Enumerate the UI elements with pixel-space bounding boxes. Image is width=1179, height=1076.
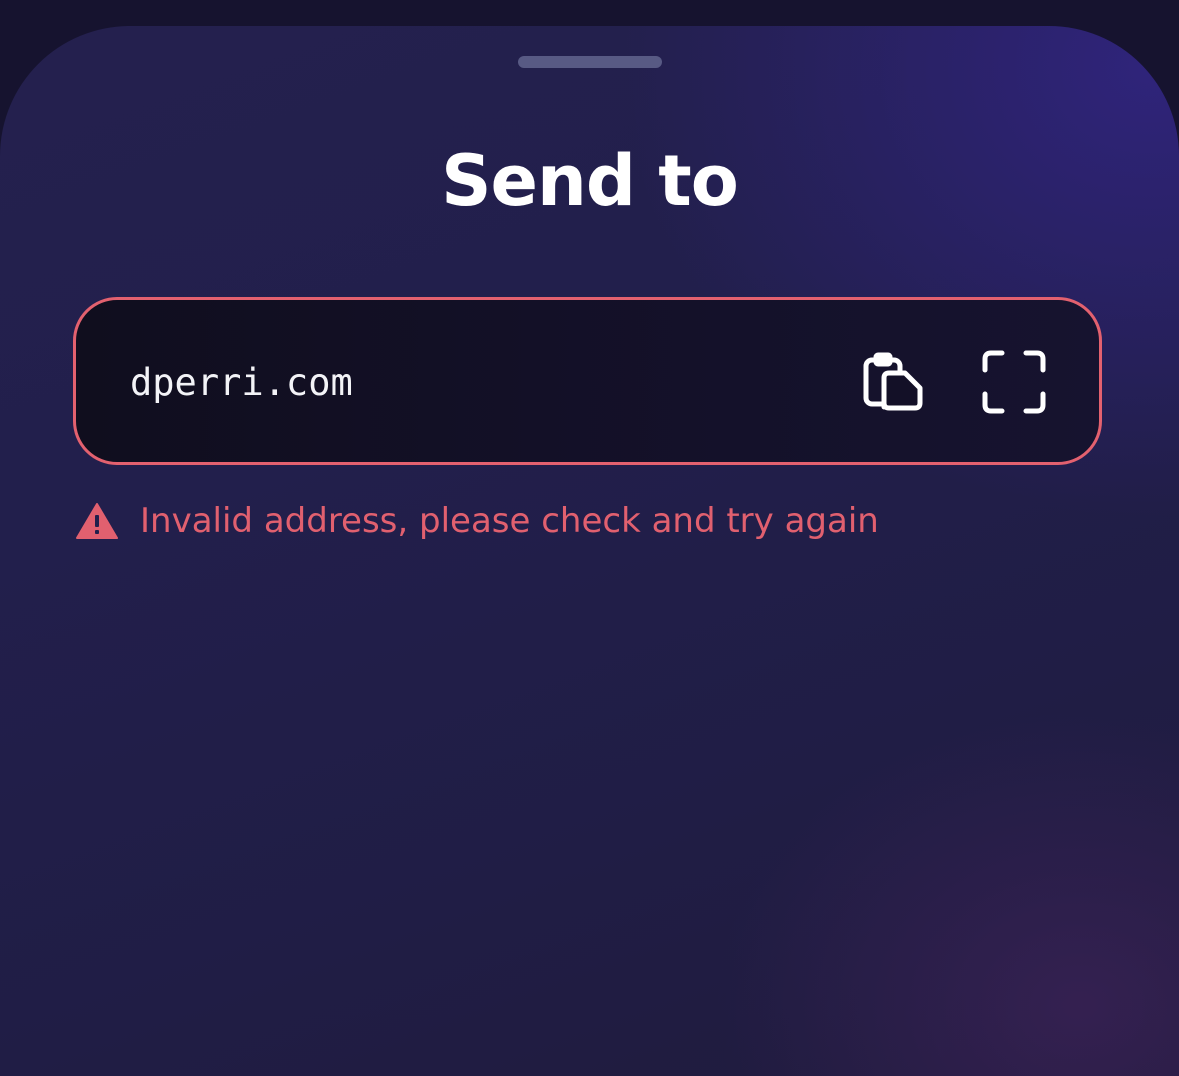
address-input[interactable]: dperri.com bbox=[73, 297, 1102, 465]
send-screen: Send to dperri.com Invalid address, plea… bbox=[0, 0, 1179, 1076]
error-text: Invalid address, please check and try ag… bbox=[140, 501, 879, 541]
clipboard-paste-icon bbox=[863, 352, 923, 411]
sheet-drag-handle[interactable] bbox=[518, 56, 662, 68]
send-sheet: Send to dperri.com Invalid address, plea… bbox=[0, 26, 1179, 1076]
scan-button[interactable] bbox=[978, 346, 1050, 418]
error-message: Invalid address, please check and try ag… bbox=[76, 496, 879, 546]
page-title: Send to bbox=[441, 140, 739, 222]
warning-triangle-icon bbox=[76, 503, 118, 539]
address-input-value[interactable]: dperri.com bbox=[130, 358, 353, 408]
qr-scan-icon bbox=[982, 350, 1046, 414]
paste-button[interactable] bbox=[858, 346, 930, 418]
